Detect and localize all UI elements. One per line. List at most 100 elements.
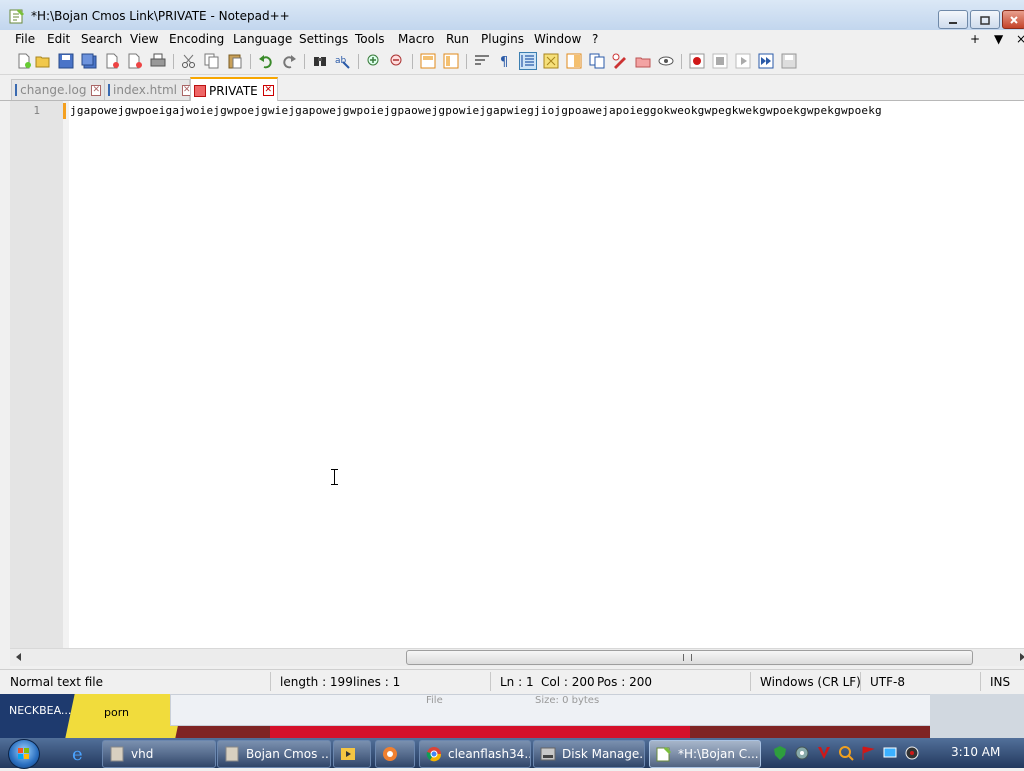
- close-tab-button[interactable]: ×: [1016, 32, 1024, 46]
- system-tray: [766, 742, 956, 764]
- menu-settings[interactable]: Settings: [299, 32, 348, 46]
- paste-icon[interactable]: [227, 53, 243, 69]
- word-wrap-icon[interactable]: [474, 53, 490, 69]
- sync-vertical-icon[interactable]: [420, 53, 436, 69]
- show-all-characters-icon[interactable]: ¶: [497, 53, 513, 69]
- app-icon: [383, 747, 397, 761]
- taskbar-item-chrome[interactable]: cleanflash34...: [419, 740, 531, 768]
- cut-icon[interactable]: [181, 53, 197, 69]
- function-list-icon[interactable]: [589, 53, 605, 69]
- maximize-button[interactable]: [970, 10, 1000, 29]
- open-file-icon[interactable]: [35, 53, 51, 69]
- line-number-gutter[interactable]: 1: [10, 101, 63, 648]
- file-icon: [108, 84, 110, 96]
- security-shield-icon[interactable]: [772, 745, 788, 761]
- network-icon[interactable]: [882, 745, 898, 761]
- menu-search[interactable]: Search: [81, 32, 122, 46]
- notepadpp-icon: [9, 9, 24, 24]
- volume-icon[interactable]: [904, 745, 920, 761]
- menu-macro[interactable]: Macro: [398, 32, 434, 46]
- flag-icon[interactable]: [860, 745, 876, 761]
- menu-encoding[interactable]: Encoding: [169, 32, 224, 46]
- taskbar-item-media-player[interactable]: [333, 740, 371, 768]
- menu-help[interactable]: ?: [592, 32, 598, 46]
- taskbar-item-notepadpp[interactable]: *H:\Bojan C...: [649, 740, 761, 768]
- clock[interactable]: 3:10 AM: [951, 745, 1000, 759]
- undo-icon[interactable]: [258, 53, 274, 69]
- eye-icon[interactable]: [658, 53, 674, 69]
- start-button[interactable]: [8, 739, 40, 769]
- menu-edit[interactable]: Edit: [47, 32, 70, 46]
- settings-icon[interactable]: [794, 745, 810, 761]
- new-tab-button[interactable]: +: [970, 32, 980, 46]
- desktop-background: File Size: 0 bytes NECKBEA... porn: [0, 694, 1024, 738]
- taskbar-item-label: Bojan Cmos ...: [246, 747, 331, 761]
- scrollbar-thumb[interactable]: [406, 650, 973, 665]
- close-icon[interactable]: [104, 53, 120, 69]
- run-macro-multiple-icon[interactable]: [758, 53, 774, 69]
- record-macro-icon[interactable]: [689, 53, 705, 69]
- stop-record-icon[interactable]: [712, 53, 728, 69]
- taskbar-item-bojan-cmos[interactable]: Bojan Cmos ...: [217, 740, 331, 768]
- find-icon[interactable]: [312, 53, 328, 69]
- menu-file[interactable]: File: [15, 32, 35, 46]
- sync-horizontal-icon[interactable]: [443, 53, 459, 69]
- user-language-icon[interactable]: [543, 53, 559, 69]
- tab-list-button[interactable]: ▼: [994, 32, 1003, 46]
- status-encoding[interactable]: UTF-8: [870, 675, 905, 689]
- tab-close-icon[interactable]: ✕: [91, 84, 101, 96]
- code-line[interactable]: jgapowejgwpoeigajwoiejgwpoejgwiejgapowej…: [70, 104, 1024, 117]
- horizontal-scrollbar[interactable]: [10, 648, 1024, 666]
- internet-explorer-icon[interactable]: e: [66, 742, 92, 764]
- close-all-icon[interactable]: [127, 53, 143, 69]
- antivirus-icon[interactable]: [816, 745, 832, 761]
- tab-close-icon[interactable]: ✕: [262, 85, 274, 96]
- save-all-icon[interactable]: [81, 53, 97, 69]
- fold-margin[interactable]: [63, 101, 69, 648]
- doc-map-icon[interactable]: [566, 53, 582, 69]
- change-marker: [63, 103, 66, 119]
- status-length: length : 199: [280, 675, 353, 689]
- replace-icon[interactable]: ab: [335, 53, 351, 69]
- app-icon: [225, 746, 239, 762]
- play-macro-icon[interactable]: [735, 53, 751, 69]
- redo-icon[interactable]: [281, 53, 297, 69]
- status-column: Col : 200: [541, 675, 595, 689]
- scroll-right-icon[interactable]: [1020, 653, 1024, 661]
- status-eol[interactable]: Windows (CR LF): [760, 675, 861, 689]
- save-macro-icon[interactable]: [781, 53, 797, 69]
- taskbar-item-label: *H:\Bojan C...: [678, 747, 759, 761]
- scroll-left-icon[interactable]: [16, 653, 21, 661]
- menu-view[interactable]: View: [130, 32, 158, 46]
- search-icon[interactable]: [838, 745, 854, 761]
- new-file-icon[interactable]: [16, 53, 32, 69]
- menu-run[interactable]: Run: [446, 32, 469, 46]
- tab-change-log[interactable]: change.log ✕: [11, 79, 105, 100]
- copy-icon[interactable]: [204, 53, 220, 69]
- tab-private[interactable]: PRIVATE ✕: [190, 77, 278, 102]
- close-button[interactable]: [1002, 10, 1024, 29]
- folder-workspace-icon[interactable]: [612, 53, 628, 69]
- menu-language[interactable]: Language: [233, 32, 292, 46]
- menu-window[interactable]: Window: [534, 32, 581, 46]
- indent-guide-icon[interactable]: [519, 52, 537, 70]
- status-insert-mode[interactable]: INS: [990, 675, 1010, 689]
- zoom-in-icon[interactable]: [366, 53, 382, 69]
- background-window-size: Size: 0 bytes: [535, 695, 600, 706]
- taskbar-item-disk-management[interactable]: Disk Manage...: [533, 740, 645, 768]
- zoom-out-icon[interactable]: [389, 53, 405, 69]
- monitoring-icon[interactable]: [635, 53, 651, 69]
- editor-area[interactable]: 1 jgapowejgwpoeigajwoiejgwpoejgwiejgapow…: [10, 101, 1024, 648]
- minimize-button[interactable]: [938, 10, 968, 29]
- desktop-text: NECKBEA...: [9, 704, 72, 717]
- taskbar-item-app[interactable]: [375, 740, 415, 768]
- menu-tools[interactable]: Tools: [355, 32, 385, 46]
- tab-index-html[interactable]: index.html ✕: [104, 79, 192, 100]
- print-icon[interactable]: [150, 53, 166, 69]
- title-bar[interactable]: *H:\Bojan Cmos Link\PRIVATE - Notepad++: [0, 0, 1024, 31]
- taskbar-item-vhd[interactable]: vhd: [102, 740, 216, 768]
- menu-plugins[interactable]: Plugins: [481, 32, 524, 46]
- app-icon: [110, 746, 124, 762]
- save-icon[interactable]: [58, 53, 74, 69]
- toolbar: ab ¶: [0, 50, 1024, 75]
